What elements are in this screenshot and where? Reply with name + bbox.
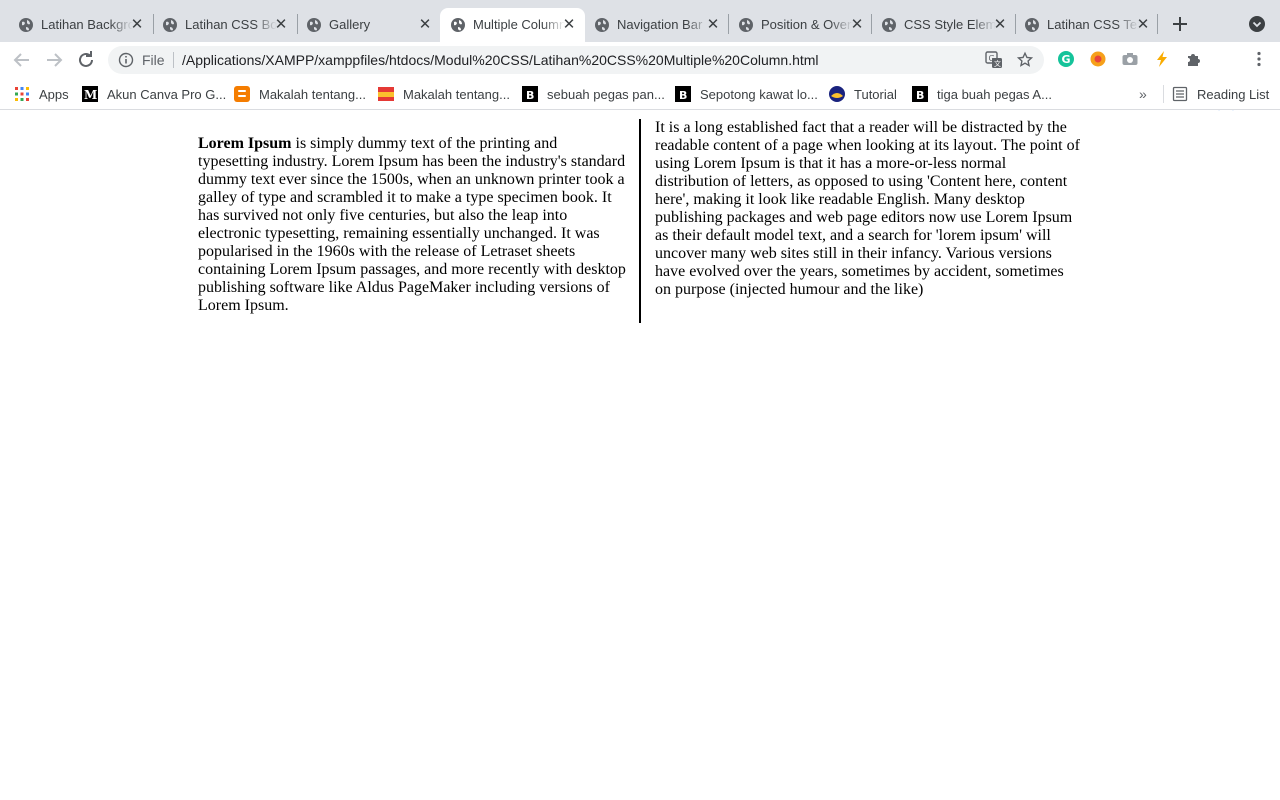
globe-icon [451,18,465,32]
reading-list-label: Reading List [1197,86,1270,102]
svg-text:G: G [1062,53,1071,66]
tab-position-overflow[interactable]: Position & Overflow ✕ [728,8,871,42]
camera-icon[interactable] [1121,50,1139,68]
page-viewport: Lorem Ipsum is simply dummy text of the … [0,111,1280,800]
new-tab-button[interactable] [1168,12,1192,36]
bookmark-label: sebuah pegas pan... [547,86,665,102]
lightning-icon[interactable] [1153,50,1171,68]
tab-search-icon[interactable] [1249,16,1265,32]
tab-title: Multiple Column [473,17,565,32]
column-2: It is a long established fact that a rea… [655,119,1083,299]
extension-orange-icon[interactable] [1089,50,1107,68]
globe-icon [307,18,321,32]
tab-title: Navigation Bar [617,17,703,32]
bookmark-label: tiga buah pegas A... [937,86,1052,102]
globe-icon [19,18,33,32]
close-icon[interactable]: ✕ [417,17,433,33]
tab-strip: Latihan Background ✕ Latihan CSS Border … [0,0,1280,42]
plus-icon [1173,17,1187,31]
bookmark-sepotong-kawat[interactable]: B Sepotong kawat lo... [675,85,818,103]
svg-text:M: M [84,88,97,102]
medium-favicon-icon: M [82,86,98,102]
tab-latihan-css-text[interactable]: Latihan CSS Text ✕ [1014,8,1157,42]
reading-list-separator [1163,85,1164,103]
close-icon[interactable]: ✕ [561,17,577,33]
globe-icon [595,18,609,32]
svg-text:B: B [526,89,534,102]
translate-icon[interactable]: G文 [985,51,1003,69]
column-rule [639,119,641,323]
tab-title: CSS Style Element [904,17,996,32]
tab-css-style-element[interactable]: CSS Style Element ✕ [871,8,1014,42]
site-scheme-label: File [142,52,165,68]
column-2-text: It is a long established fact that a rea… [655,119,1080,298]
bookmark-sebuah-pegas[interactable]: B sebuah pegas pan... [522,85,665,103]
bookmark-star-icon[interactable] [1016,51,1034,69]
close-icon[interactable]: ✕ [1135,17,1151,33]
bookmark-label: Sepotong kawat lo... [700,86,818,102]
puzzle-extensions-icon[interactable] [1185,50,1203,68]
tab-title: Latihan CSS Text [1047,17,1139,32]
bookmark-label: Makalah tentang... [403,86,510,102]
close-icon[interactable]: ✕ [273,17,289,33]
globe-icon [739,18,753,32]
bookmark-label: Makalah tentang... [259,86,366,102]
globe-icon [163,18,177,32]
bookmark-tutorial[interactable]: Tutorial [829,85,897,103]
globe-icon [882,18,896,32]
bookmark-akun-canva[interactable]: M Akun Canva Pro G... [82,85,226,103]
grammarly-icon[interactable]: G [1057,50,1075,68]
browser-toolbar: File /Applications/XAMPP/xamppfiles/htdo… [0,42,1280,113]
omnibox-divider [173,52,174,68]
svg-text:B: B [916,89,924,102]
info-icon[interactable] [118,52,134,68]
flag-favicon-icon [378,87,394,101]
close-icon[interactable]: ✕ [849,17,865,33]
bookmarks-bar: Apps M Akun Canva Pro G... Makalah tenta… [0,78,1280,110]
forward-arrow-icon[interactable] [42,48,66,72]
tab-title: Latihan Background [41,17,133,32]
column-1-bold-lead: Lorem Ipsum [198,135,292,152]
address-bar[interactable]: File /Applications/XAMPP/xamppfiles/htdo… [108,46,1044,74]
column-1: Lorem Ipsum is simply dummy text of the … [198,135,626,315]
blogger-favicon-icon [234,86,250,102]
back-arrow-icon[interactable] [10,48,34,72]
tab-gallery[interactable]: Gallery ✕ [296,8,439,42]
reading-list-button[interactable]: Reading List [1172,85,1269,103]
bookmark-tiga-buah-pegas[interactable]: B tiga buah pegas A... [912,85,1052,103]
apps-grid-icon [15,87,29,101]
reading-list-icon [1172,86,1188,102]
reload-icon[interactable] [74,48,98,72]
tab-separator [1157,14,1158,34]
tab-navigation-bar[interactable]: Navigation Bar ✕ [584,8,727,42]
tab-title: Gallery [329,17,371,32]
brainly-favicon-icon: B [522,86,538,102]
bookmark-makalah-2[interactable]: Makalah tentang... [378,85,510,103]
url-text[interactable]: /Applications/XAMPP/xamppfiles/htdocs/Mo… [182,52,819,68]
bookmark-label: Akun Canva Pro G... [107,86,227,102]
bookmarks-overflow-chevron-icon[interactable]: » [1139,86,1147,102]
tutorial-favicon-icon [829,86,845,102]
close-icon[interactable]: ✕ [992,17,1008,33]
tab-latihan-background[interactable]: Latihan Background ✕ [8,8,151,42]
close-icon[interactable]: ✕ [129,17,145,33]
menu-kebab-icon[interactable] [1250,50,1268,68]
tab-latihan-css-border[interactable]: Latihan CSS Border ✕ [152,8,295,42]
close-icon[interactable]: ✕ [705,17,721,33]
brainly-favicon-icon: B [675,86,691,102]
bookmark-label: Tutorial [854,86,897,102]
bookmark-makalah-1[interactable]: Makalah tentang... [234,85,366,103]
tab-title: Position & Overflow [761,17,853,32]
tab-multiple-column[interactable]: Multiple Column ✕ [440,8,585,42]
svg-text:文: 文 [994,59,1001,68]
bookmark-label: Apps [39,86,69,102]
globe-icon [1025,18,1039,32]
bookmark-apps[interactable]: Apps [14,85,69,103]
column-1-text: is simply dummy text of the printing and… [198,135,626,314]
brainly-favicon-icon: B [912,86,928,102]
svg-text:B: B [679,89,687,102]
tab-title: Latihan CSS Border [185,17,277,32]
